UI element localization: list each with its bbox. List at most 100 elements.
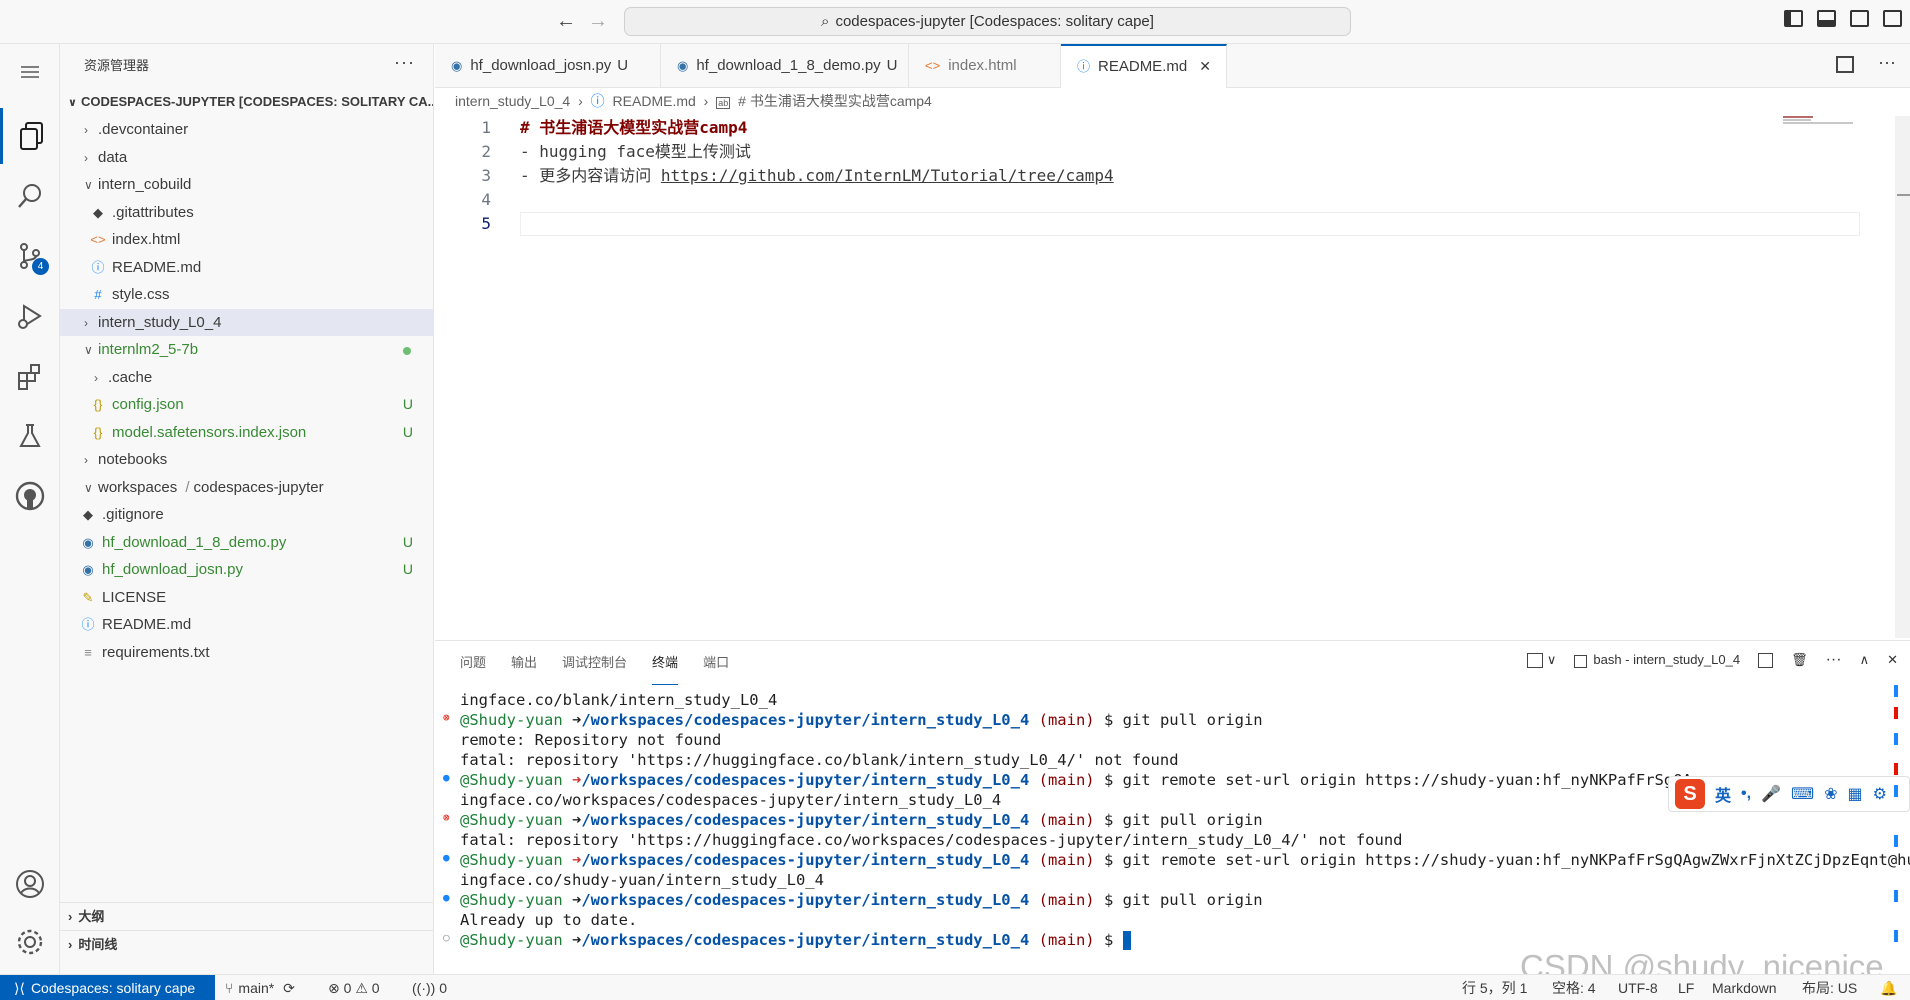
language-mode[interactable]: Markdown	[1712, 975, 1777, 1000]
microphone-icon[interactable]: 🎤	[1761, 784, 1781, 804]
file-hf-download-demo[interactable]: ◉ hf_download_1_8_demo.py U	[60, 529, 433, 557]
file-gitignore[interactable]: ◆ .gitignore	[60, 501, 433, 529]
line-number: 1	[481, 118, 491, 137]
prompt-branch: (main)	[1038, 931, 1095, 949]
more-actions-icon[interactable]: ···	[1826, 651, 1842, 669]
code-editor[interactable]: 1 # 书生浦语大模型实战营camp4 2 - hugging face模型上传…	[435, 116, 1910, 638]
close-icon[interactable]: ✕	[1199, 58, 1211, 74]
forward-arrow-icon[interactable]: →	[588, 10, 608, 33]
customize-layout-icon[interactable]	[1883, 10, 1902, 27]
ime-toolbar[interactable]: S 英 •, 🎤 ⌨ ❀ ▦ ⚙	[1668, 776, 1910, 812]
settings-gear-icon[interactable]	[0, 914, 60, 970]
ime-language[interactable]: 英	[1715, 782, 1731, 806]
testing-icon[interactable]	[0, 408, 60, 464]
close-panel-icon[interactable]: ✕	[1887, 652, 1898, 668]
minimap[interactable]	[1783, 116, 1893, 136]
notifications-bell-icon[interactable]: 🔔	[1880, 975, 1897, 1000]
tab-readme[interactable]: ⓘ README.md ✕	[1061, 44, 1227, 88]
terminal-instance[interactable]: bash - intern_study_L0_4	[1574, 652, 1740, 668]
folder-devcontainer[interactable]: › .devcontainer	[60, 116, 433, 144]
file-hf-download-josn[interactable]: ◉ hf_download_josn.py U	[60, 556, 433, 584]
explorer-icon[interactable]	[0, 108, 60, 164]
cursor-position[interactable]: 行 5，列 1	[1462, 975, 1527, 1000]
search-icon[interactable]	[0, 168, 60, 224]
terminal-output[interactable]: ingface.co/blank/intern_study_L0_4 ⊗ @Sh…	[435, 689, 1910, 975]
breadcrumb-symbol[interactable]: # 书生浦语大模型实战营camp4	[738, 93, 932, 109]
prompt-user: @Shudy-yuan	[460, 891, 563, 909]
file-index-html[interactable]: <> index.html	[60, 226, 433, 254]
prompt-branch: (main)	[1038, 711, 1095, 729]
tab-hf-download-demo[interactable]: ◉ hf_download_1_8_demo.py U	[661, 44, 909, 88]
chevron-down-icon[interactable]: ∨	[1547, 652, 1557, 668]
outline-section[interactable]: › 大纲	[60, 902, 434, 930]
keyboard-icon[interactable]: ⌨	[1791, 784, 1814, 804]
problems-indicator[interactable]: ⊗ 0 ⚠ 0	[328, 975, 380, 1000]
folder-data[interactable]: › data	[60, 144, 433, 172]
new-terminal-split-icon[interactable]	[1526, 652, 1543, 668]
more-actions-icon[interactable]: ···	[394, 52, 415, 73]
folder-intern-cobuild[interactable]: ∨ intern_cobuild	[60, 171, 433, 199]
tab-ports[interactable]: 端口	[703, 641, 729, 685]
prompt-path: /workspaces/codespaces-jupyter/intern_st…	[581, 851, 1030, 869]
scm-badge: 4	[32, 258, 49, 275]
folder-notebooks[interactable]: › notebooks	[60, 446, 433, 474]
toggle-panel-icon[interactable]	[1817, 10, 1836, 27]
ime-logo[interactable]: S	[1675, 779, 1705, 809]
branch-indicator[interactable]: ⑂ main* ⟳	[225, 975, 295, 1000]
file-readme-cobuild[interactable]: ⓘ README.md	[60, 254, 433, 282]
run-debug-icon[interactable]	[0, 288, 60, 344]
source-control-icon[interactable]: 4	[0, 228, 60, 284]
file-model-index-json[interactable]: {} model.safetensors.index.json U	[60, 419, 433, 447]
encoding[interactable]: UTF-8	[1618, 975, 1658, 1000]
tab-debug-console[interactable]: 调试控制台	[562, 641, 627, 685]
command-center[interactable]: ⌕ codespaces-jupyter [Codespaces: solitar…	[624, 7, 1351, 36]
file-gitattributes[interactable]: ◆ .gitattributes	[60, 199, 433, 227]
back-arrow-icon[interactable]: ←	[556, 10, 576, 33]
split-terminal-icon[interactable]	[1758, 652, 1774, 668]
ime-punctuation[interactable]: •,	[1741, 785, 1751, 803]
skin-icon[interactable]: ❀	[1824, 784, 1837, 804]
command-success-icon: ●	[443, 771, 450, 784]
breadcrumb-folder[interactable]: intern_study_L0_4	[455, 93, 570, 109]
indentation[interactable]: 空格: 4	[1552, 975, 1596, 1000]
chevron-right-icon: ›	[84, 123, 88, 137]
maximize-panel-icon[interactable]: ∧	[1860, 652, 1870, 668]
trash-icon[interactable]: 🗑	[1791, 652, 1808, 668]
tab-status: U	[886, 57, 898, 74]
tab-index-html[interactable]: <> index.html	[909, 44, 1061, 88]
toggle-secondary-sidebar-icon[interactable]	[1850, 10, 1869, 27]
tab-output[interactable]: 输出	[511, 641, 537, 685]
breadcrumb-file[interactable]: README.md	[613, 93, 696, 109]
timeline-section[interactable]: › 时间线	[60, 930, 434, 958]
workspace-root[interactable]: ∨ CODESPACES-JUPYTER [CODESPACES: SOLITAR…	[60, 88, 433, 116]
folder-workspaces[interactable]: ∨ workspaces / codespaces-jupyter	[60, 474, 433, 502]
github-icon[interactable]	[0, 468, 60, 524]
more-actions-icon[interactable]: ···	[1878, 52, 1896, 73]
ports-indicator[interactable]: ((·)) 0	[412, 975, 447, 1000]
tab-terminal[interactable]: 终端	[652, 641, 679, 685]
tab-hf-download-josn[interactable]: ◉ hf_download_josn.py U	[435, 44, 661, 88]
split-editor-icon[interactable]	[1836, 56, 1854, 73]
file-readme-root[interactable]: ⓘ README.md	[60, 611, 433, 639]
end-of-line[interactable]: LF	[1678, 975, 1694, 1000]
accounts-icon[interactable]	[0, 856, 60, 912]
git-file-icon: ◆	[93, 204, 103, 220]
url-link[interactable]: https://github.com/InternLM/Tutorial/tre…	[661, 166, 1114, 185]
folder-intern-study[interactable]: › intern_study_L0_4	[60, 308, 433, 336]
remote-indicator[interactable]: ⟩⟨ Codespaces: solitary cape	[0, 975, 215, 1000]
menu-icon[interactable]	[0, 44, 60, 100]
file-license[interactable]: ✎ LICENSE	[60, 584, 433, 612]
file-requirements[interactable]: ≡ requirements.txt	[60, 639, 433, 667]
settings-gear-icon[interactable]: ⚙	[1873, 784, 1887, 804]
toggle-sidebar-icon[interactable]	[1784, 10, 1803, 27]
folder-cache[interactable]: › .cache	[60, 364, 433, 392]
folder-internlm2[interactable]: ∨ internlm2_5-7b	[60, 336, 433, 364]
keyboard-layout[interactable]: 布局: US	[1802, 975, 1857, 1000]
tab-label: README.md	[1098, 58, 1188, 75]
tab-problems[interactable]: 问题	[460, 641, 486, 685]
toolbox-icon[interactable]: ▦	[1847, 784, 1862, 804]
file-style-css[interactable]: # style.css	[60, 281, 433, 309]
file-config-json[interactable]: {} config.json U	[60, 391, 433, 419]
extensions-icon[interactable]	[0, 348, 60, 404]
chevron-down-icon: ∨	[84, 178, 93, 192]
